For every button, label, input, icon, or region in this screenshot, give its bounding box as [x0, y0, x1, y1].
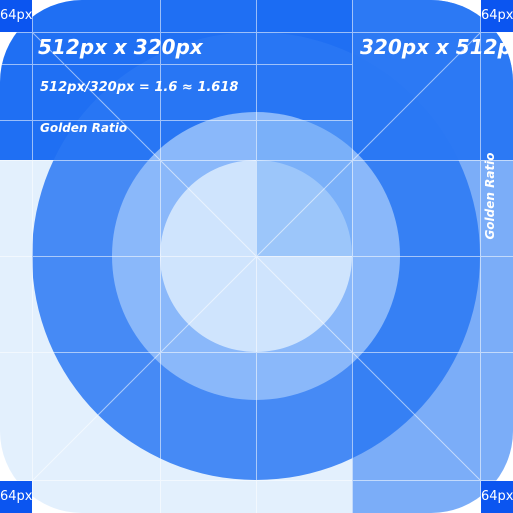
- corner-label-tl: 64px: [0, 8, 33, 23]
- guide-lines: [0, 0, 513, 513]
- golden-ratio-horizontal-label: Golden Ratio: [40, 121, 128, 135]
- corner-keyline-tl: 64px: [0, 0, 33, 32]
- corner-label-br: 64px: [481, 489, 513, 504]
- inner-keyline-square: [256, 120, 352, 256]
- ratio-formula-label: 512px/320px = 1.6 ≈ 1.618: [40, 80, 239, 95]
- corner-keyline-tr: 64px: [481, 0, 513, 32]
- icon-grid-canvas: 64px 64px 64px 64px 512px x 320px 320px …: [0, 0, 513, 513]
- golden-ratio-vertical-label: Golden Ratio: [483, 152, 497, 240]
- corner-keyline-br: 64px: [481, 481, 513, 513]
- icon-grid-graphic: [0, 0, 513, 513]
- corner-keyline-bl: 64px: [0, 481, 33, 513]
- corner-label-bl: 64px: [0, 489, 33, 504]
- corner-label-tr: 64px: [481, 8, 513, 23]
- landscape-dimension-label: 512px x 320px: [38, 35, 203, 59]
- portrait-dimension-label: 320px x 512px: [360, 35, 513, 59]
